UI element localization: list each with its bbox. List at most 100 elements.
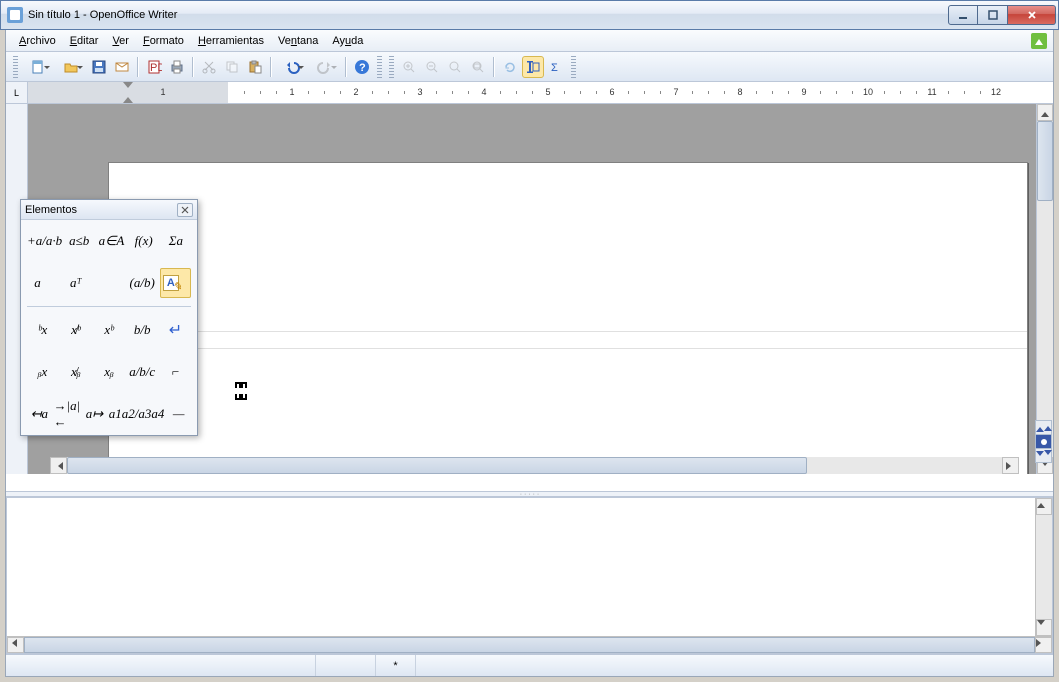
refresh-button[interactable] bbox=[499, 56, 521, 78]
menu-formato[interactable]: Formato bbox=[136, 33, 191, 49]
vscroll-up-button[interactable] bbox=[1037, 104, 1053, 121]
palette-cell[interactable]: — bbox=[166, 399, 191, 429]
palette-cell[interactable]: x̸ᵇ bbox=[60, 315, 91, 345]
cut-button[interactable] bbox=[198, 56, 220, 78]
zoom-out-button[interactable] bbox=[421, 56, 443, 78]
toolbar-grip-2[interactable] bbox=[377, 56, 382, 78]
palette-cell[interactable]: a∈A bbox=[96, 226, 126, 256]
redo-button[interactable] bbox=[309, 56, 341, 78]
window-maximize-button[interactable] bbox=[978, 5, 1008, 25]
svg-text:Σ: Σ bbox=[551, 62, 558, 74]
palette-title: Elementos bbox=[25, 204, 77, 216]
palette-cell[interactable]: a/b/c bbox=[127, 357, 158, 387]
menu-ayuda[interactable]: Ayuda bbox=[325, 33, 370, 49]
app-icon bbox=[7, 7, 23, 23]
palette-close-button[interactable] bbox=[177, 203, 193, 217]
palette-cell[interactable]: x̸ᵦ bbox=[60, 357, 91, 387]
status-cell-2 bbox=[316, 655, 376, 676]
open-button[interactable] bbox=[55, 56, 87, 78]
horizontal-scrollbar[interactable] bbox=[50, 457, 1019, 474]
document-page[interactable] bbox=[108, 162, 1028, 474]
zoom-in-button[interactable] bbox=[398, 56, 420, 78]
formula-object-area[interactable] bbox=[109, 331, 1027, 349]
status-cell-1 bbox=[6, 655, 316, 676]
menu-herramientas[interactable]: Herramientas bbox=[191, 33, 271, 49]
fpane-vscroll-up[interactable] bbox=[1036, 498, 1052, 515]
math-toolbar-grip-2[interactable] bbox=[571, 56, 576, 78]
menu-ver[interactable]: Ver bbox=[105, 33, 136, 49]
ruler-tick: 5 bbox=[545, 87, 550, 97]
palette-cell[interactable]: ⌐ bbox=[160, 357, 191, 387]
palette-titlebar[interactable]: Elementos bbox=[21, 200, 197, 220]
help-button[interactable]: ? bbox=[351, 56, 373, 78]
palette-cell[interactable]: A✎ bbox=[160, 268, 191, 298]
zoom-fit-button[interactable] bbox=[467, 56, 489, 78]
mail-button[interactable] bbox=[111, 56, 133, 78]
extension-icon[interactable] bbox=[1031, 33, 1047, 49]
menu-ventana[interactable]: Ventana bbox=[271, 33, 325, 49]
vscroll-thumb[interactable] bbox=[1037, 121, 1053, 201]
fpane-vscroll-down[interactable] bbox=[1036, 619, 1052, 636]
math-toolbar-grip[interactable] bbox=[389, 56, 394, 78]
ruler-left-indent[interactable] bbox=[123, 92, 133, 103]
menu-archivo[interactable]: Archivo bbox=[12, 33, 63, 49]
palette-cell[interactable]: a↦ bbox=[82, 399, 107, 429]
print-button[interactable] bbox=[166, 56, 188, 78]
palette-cell[interactable] bbox=[93, 268, 124, 298]
hscroll-thumb[interactable] bbox=[67, 457, 807, 474]
palette-cell[interactable]: ᵦx bbox=[27, 357, 58, 387]
palette-cell[interactable]: f(x) bbox=[129, 226, 159, 256]
ruler-tick: 9 bbox=[801, 87, 806, 97]
navigation-buttons bbox=[1035, 420, 1052, 462]
palette-cell[interactable]: +a/a·b bbox=[27, 226, 62, 256]
palette-cell[interactable]: a1a2/a3a4 bbox=[109, 399, 165, 429]
save-button[interactable] bbox=[88, 56, 110, 78]
palette-cell[interactable]: Σa bbox=[161, 226, 191, 256]
ruler-tick: 4 bbox=[481, 87, 486, 97]
palette-cell[interactable]: (a/b) bbox=[127, 268, 158, 298]
toolbar-grip[interactable] bbox=[13, 56, 18, 78]
palette-cell[interactable]: xᵇ bbox=[93, 315, 124, 345]
palette-cell[interactable]: ᵇx bbox=[27, 315, 58, 345]
fpane-hscroll-left[interactable] bbox=[7, 637, 24, 653]
svg-text:PDF: PDF bbox=[150, 62, 162, 74]
palette-cell[interactable]: ↵ bbox=[160, 315, 191, 345]
palette-cell[interactable]: ↤a bbox=[27, 399, 52, 429]
new-doc-button[interactable] bbox=[22, 56, 54, 78]
palette-cell[interactable]: xᵦ bbox=[93, 357, 124, 387]
formula-cursor-button[interactable] bbox=[522, 56, 544, 78]
nav-prev-button[interactable] bbox=[1035, 420, 1052, 435]
vertical-scrollbar[interactable] bbox=[1036, 104, 1053, 474]
export-pdf-button[interactable]: PDF bbox=[143, 56, 165, 78]
palette-cell[interactable]: →|a|← bbox=[54, 399, 81, 429]
status-cell-4 bbox=[416, 655, 1053, 676]
ruler-tick: 7 bbox=[673, 87, 678, 97]
window-close-button[interactable] bbox=[1008, 5, 1056, 25]
nav-select-button[interactable] bbox=[1035, 434, 1052, 449]
palette-cell[interactable]: aᵀ bbox=[60, 268, 91, 298]
ruler-tick: 10 bbox=[863, 87, 873, 97]
paste-button[interactable] bbox=[244, 56, 266, 78]
window-minimize-button[interactable] bbox=[948, 5, 978, 25]
ruler-tick: 6 bbox=[609, 87, 614, 97]
menu-bar: Archivo Editar Ver Formato Herramientas … bbox=[6, 30, 1053, 52]
menu-editar[interactable]: Editar bbox=[63, 33, 106, 49]
copy-button[interactable] bbox=[221, 56, 243, 78]
palette-cell[interactable]: a⃗ bbox=[27, 268, 58, 298]
hscroll-right-button[interactable] bbox=[1002, 457, 1019, 474]
fpane-hscroll-thumb[interactable] bbox=[24, 637, 1035, 653]
undo-button[interactable] bbox=[276, 56, 308, 78]
palette-cell[interactable]: a≤b bbox=[64, 226, 94, 256]
fpane-hscroll-right[interactable] bbox=[1035, 637, 1052, 653]
nav-next-button[interactable] bbox=[1035, 448, 1052, 463]
sigma-button[interactable]: Σ bbox=[545, 56, 567, 78]
formula-edit-pane[interactable] bbox=[6, 497, 1053, 654]
main-toolbar: PDF ? Σ bbox=[6, 52, 1053, 82]
palette-cell[interactable]: b/b bbox=[127, 315, 158, 345]
formula-placeholder[interactable] bbox=[235, 382, 255, 404]
window-titlebar: Sin título 1 - OpenOffice Writer bbox=[0, 0, 1059, 30]
horizontal-ruler[interactable]: 1 123456789101112 bbox=[28, 82, 1053, 103]
elements-palette[interactable]: Elementos +a/a·ba≤ba∈Af(x)Σa a⃗aᵀ (a/b)A✎… bbox=[20, 199, 198, 436]
hscroll-left-button[interactable] bbox=[50, 457, 67, 474]
zoom-100-button[interactable] bbox=[444, 56, 466, 78]
